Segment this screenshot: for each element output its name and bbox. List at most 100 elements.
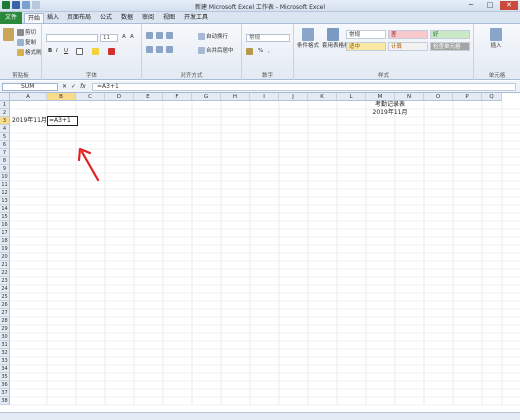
left-align-button[interactable] [146, 46, 154, 53]
style-bad[interactable]: 差 [388, 30, 428, 39]
row-header-11[interactable]: 11 [0, 181, 10, 189]
row-header-10[interactable]: 10 [0, 173, 10, 181]
column-header-n[interactable]: N [395, 93, 424, 101]
tab-data[interactable]: 数据 [118, 13, 136, 23]
wrap-text-button[interactable]: 自动换行 [198, 32, 228, 40]
row-header-38[interactable]: 38 [0, 397, 10, 405]
row-header-32[interactable]: 32 [0, 349, 10, 357]
column-header-e[interactable]: E [134, 93, 163, 101]
format-painter-button[interactable]: 格式刷 [17, 48, 42, 56]
font-name-select[interactable] [46, 34, 98, 42]
insert-cells-button[interactable]: 插入 [482, 28, 510, 49]
row-header-25[interactable]: 25 [0, 293, 10, 301]
copy-button[interactable]: 复制 [17, 38, 36, 46]
column-header-b[interactable]: B [47, 93, 76, 101]
paste-button[interactable] [3, 28, 15, 50]
row-header-13[interactable]: 13 [0, 197, 10, 205]
select-all-corner[interactable] [0, 93, 10, 101]
tab-developer[interactable]: 开发工具 [181, 13, 211, 23]
row-header-17[interactable]: 17 [0, 229, 10, 237]
name-box[interactable]: SUM [2, 83, 58, 91]
row-header-36[interactable]: 36 [0, 381, 10, 389]
currency-button[interactable] [246, 48, 254, 55]
tab-home[interactable]: 开始 [24, 13, 45, 23]
formula-input[interactable]: =A3+1 [92, 83, 516, 91]
merge-center-button[interactable]: 合并后居中 [198, 46, 234, 54]
cut-button[interactable]: 剪切 [17, 28, 36, 36]
bottom-align-button[interactable] [166, 32, 174, 39]
number-format-select[interactable]: 常规 [246, 34, 290, 42]
row-header-3[interactable]: 3 [0, 117, 10, 125]
tab-formulas[interactable]: 公式 [97, 13, 115, 23]
middle-align-button[interactable] [156, 32, 164, 39]
row-header-26[interactable]: 26 [0, 301, 10, 309]
conditional-format-button[interactable]: 条件格式 [297, 28, 319, 49]
tab-page-layout[interactable]: 页面布局 [64, 13, 94, 23]
row-header-2[interactable]: 2 [0, 109, 10, 117]
cell-grid[interactable] [10, 101, 520, 412]
cancel-formula-button[interactable]: ✕ [62, 83, 67, 91]
bold-button[interactable]: B [48, 48, 52, 54]
row-header-29[interactable]: 29 [0, 325, 10, 333]
row-header-23[interactable]: 23 [0, 277, 10, 285]
tab-file[interactable]: 文件 [0, 12, 22, 24]
row-header-19[interactable]: 19 [0, 245, 10, 253]
column-header-c[interactable]: C [76, 93, 105, 101]
column-header-h[interactable]: H [221, 93, 250, 101]
row-header-7[interactable]: 7 [0, 149, 10, 157]
active-cell-b3[interactable]: =A3+1 [47, 116, 78, 126]
column-header-k[interactable]: K [308, 93, 337, 101]
row-header-1[interactable]: 1 [0, 101, 10, 109]
column-header-p[interactable]: P [453, 93, 482, 101]
row-header-37[interactable]: 37 [0, 389, 10, 397]
row-header-20[interactable]: 20 [0, 253, 10, 261]
right-align-button[interactable] [166, 46, 174, 53]
row-header-14[interactable]: 14 [0, 205, 10, 213]
row-header-30[interactable]: 30 [0, 333, 10, 341]
minimize-button[interactable]: ─ [462, 1, 480, 10]
row-header-15[interactable]: 15 [0, 213, 10, 221]
column-header-f[interactable]: F [163, 93, 192, 101]
shrink-font-button[interactable]: A [130, 34, 134, 40]
row-header-24[interactable]: 24 [0, 285, 10, 293]
percent-button[interactable]: % [258, 48, 263, 54]
row-header-6[interactable]: 6 [0, 141, 10, 149]
column-header-d[interactable]: D [105, 93, 134, 101]
style-normal[interactable]: 常规 [346, 30, 386, 39]
format-as-table-button[interactable]: 套用表格格式 [322, 28, 355, 49]
maximize-button[interactable]: □ [481, 1, 499, 10]
column-header-o[interactable]: O [424, 93, 453, 101]
insert-function-button[interactable]: fx [80, 83, 86, 91]
row-header-34[interactable]: 34 [0, 365, 10, 373]
cell-o2[interactable]: 2019年11月 [366, 109, 414, 117]
column-header-l[interactable]: L [337, 93, 366, 101]
grow-font-button[interactable]: A [122, 34, 126, 40]
font-color-button[interactable] [108, 48, 116, 55]
border-button[interactable] [76, 48, 84, 55]
row-header-33[interactable]: 33 [0, 357, 10, 365]
enter-formula-button[interactable]: ✓ [71, 83, 76, 91]
close-button[interactable]: ✕ [500, 1, 518, 10]
center-align-button[interactable] [156, 46, 164, 53]
style-check-cell[interactable]: 检查单元格 [430, 42, 470, 51]
tab-view[interactable]: 视图 [160, 13, 178, 23]
column-header-m[interactable]: M [366, 93, 395, 101]
row-header-31[interactable]: 31 [0, 341, 10, 349]
column-header-g[interactable]: G [192, 93, 221, 101]
row-header-18[interactable]: 18 [0, 237, 10, 245]
row-header-16[interactable]: 16 [0, 221, 10, 229]
cell-a3[interactable]: 2019年11月 [12, 117, 52, 125]
top-align-button[interactable] [146, 32, 154, 39]
column-header-q[interactable]: Q [482, 93, 502, 101]
row-header-12[interactable]: 12 [0, 189, 10, 197]
tab-insert[interactable]: 插入 [44, 13, 62, 23]
column-header-a[interactable]: A [10, 93, 47, 101]
row-header-21[interactable]: 21 [0, 261, 10, 269]
comma-button[interactable]: , [268, 48, 270, 54]
row-header-35[interactable]: 35 [0, 373, 10, 381]
row-header-27[interactable]: 27 [0, 309, 10, 317]
underline-button[interactable]: U [64, 48, 68, 54]
row-header-5[interactable]: 5 [0, 133, 10, 141]
fill-color-button[interactable] [92, 48, 100, 55]
row-header-8[interactable]: 8 [0, 157, 10, 165]
